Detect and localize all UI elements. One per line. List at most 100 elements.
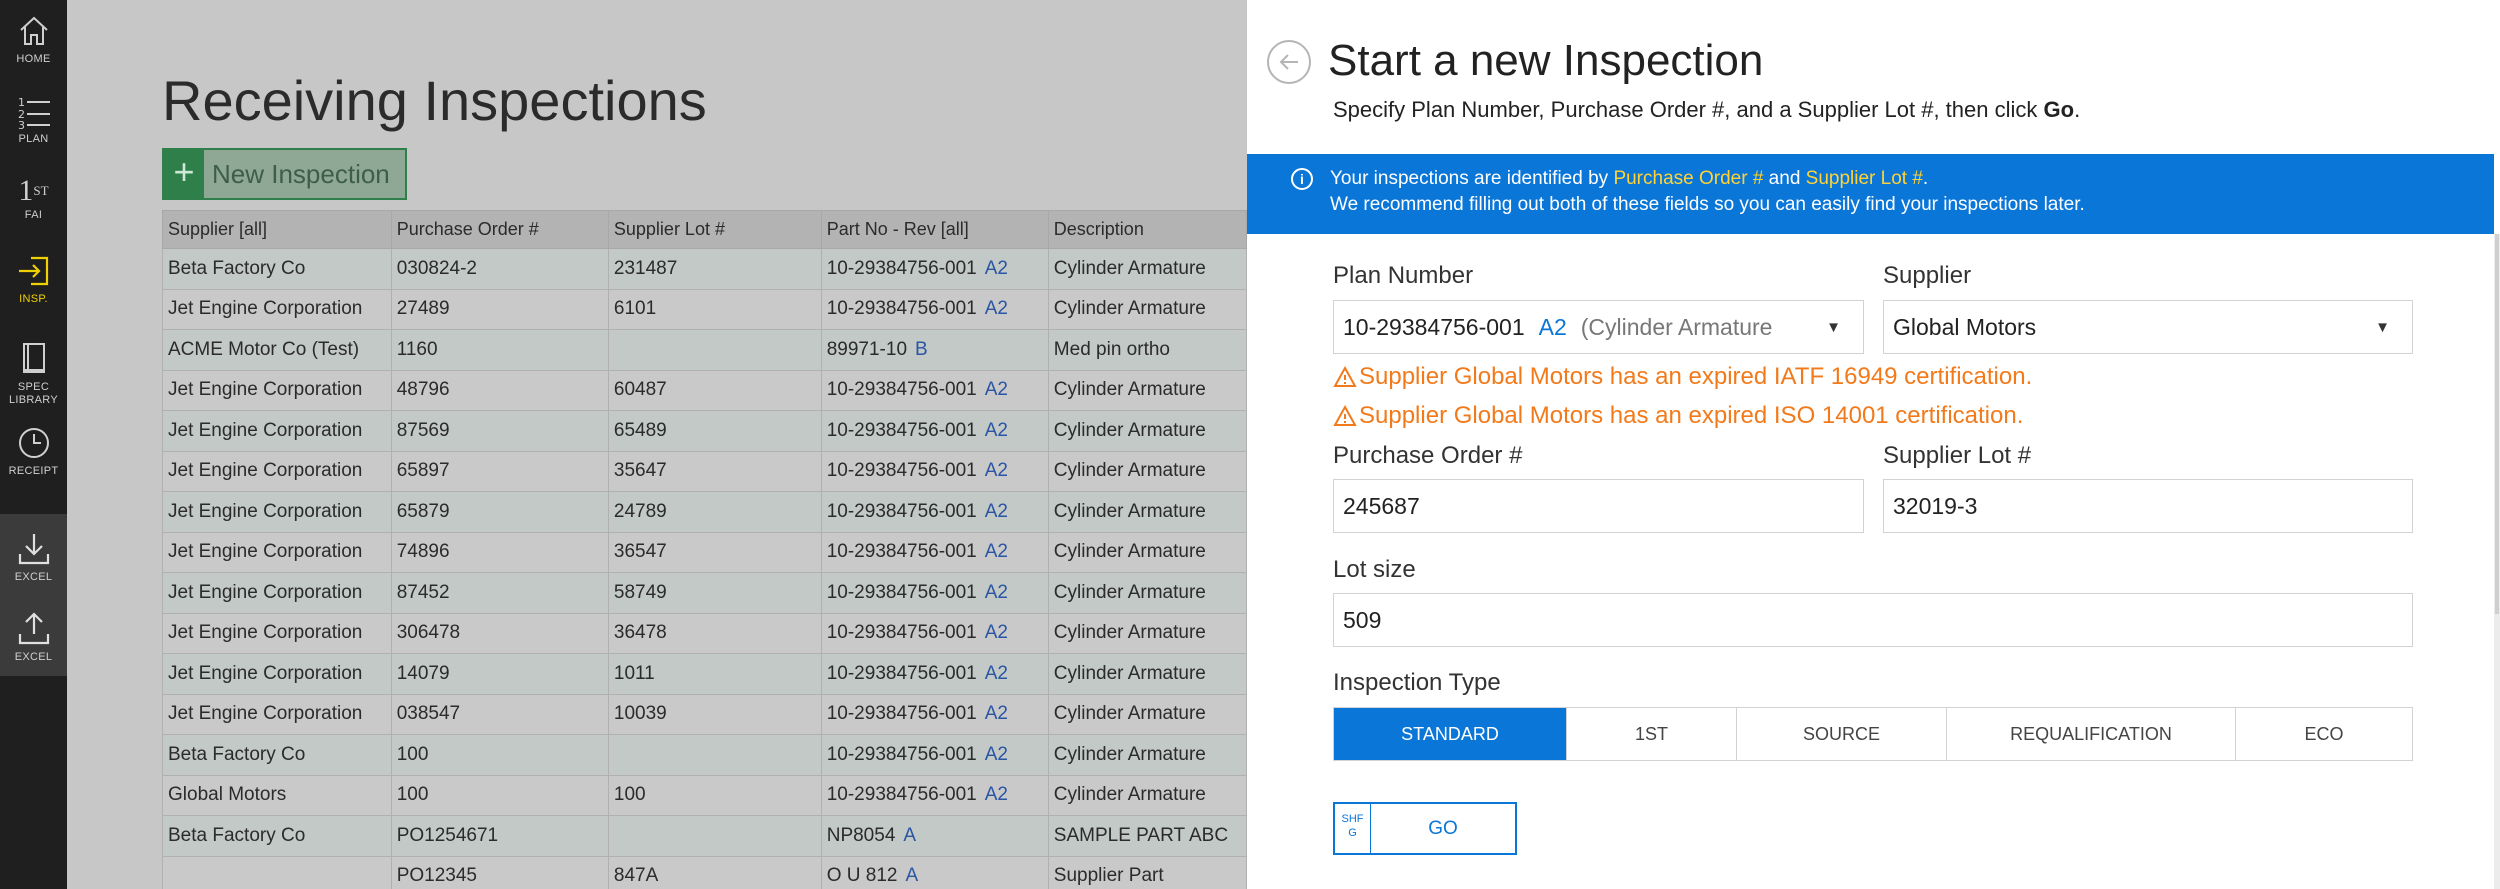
purchase-order-input[interactable]: 245687 — [1333, 479, 1864, 533]
part-number: 89971-10 — [826, 338, 908, 360]
cell-description: Cylinder Armature — [1047, 491, 1247, 533]
nav-excel-download-label: EXCEL — [14, 571, 53, 583]
excel-block: EXCEL EXCEL — [0, 514, 67, 676]
cell-description: Cylinder Armature — [1047, 572, 1247, 614]
table-row[interactable]: Jet Engine Corporation 87452 58749 10-29384… — [162, 572, 1247, 614]
table-row[interactable]: Beta Factory Co PO1254671 NP8054 A SAMPLE PA… — [162, 815, 1247, 857]
inspection-type-selector: STANDARD 1ST SOURCE REQUALIFICATION ECO — [1333, 707, 2413, 761]
part-revision[interactable]: A — [905, 865, 918, 886]
nav-receipt[interactable]: RECEIPT — [0, 412, 67, 490]
part-revision[interactable]: A2 — [985, 298, 1008, 319]
table-row[interactable]: ACME Motor Co (Test) 1160 89971-10 B Med pin… — [162, 329, 1247, 371]
nav-excel-download[interactable]: EXCEL — [0, 518, 67, 596]
lot-size-input[interactable]: 509 — [1333, 593, 2413, 647]
left-nav: HOME 123 PLAN 1ST FAI INSP. SPEC LIBRARY… — [0, 0, 67, 889]
part-revision[interactable]: A2 — [985, 744, 1008, 765]
table-row[interactable]: Beta Factory Co 030824-2 231487 10-29384756… — [162, 248, 1247, 290]
cell-part-rev: 10-29384756-001 A2 — [820, 369, 1049, 411]
type-1st-button[interactable]: 1ST — [1567, 708, 1737, 760]
table-row[interactable]: Jet Engine Corporation 27489 6101 10-293847… — [162, 288, 1247, 330]
supplier-lot-value: 32019-3 — [1893, 492, 1978, 519]
column-header-description[interactable]: Description — [1047, 210, 1247, 249]
cell-supplier-lot: 6101 — [607, 288, 822, 330]
cell-part-rev: 10-29384756-001 A2 — [820, 531, 1049, 573]
part-revision[interactable]: A2 — [985, 420, 1008, 441]
part-revision[interactable]: A2 — [985, 622, 1008, 643]
table-row[interactable]: Jet Engine Corporation 65879 24789 10-29384… — [162, 491, 1247, 533]
cell-purchase-order: PO12345 — [390, 855, 609, 889]
column-header-lot[interactable]: Supplier Lot # — [607, 210, 822, 249]
part-revision[interactable]: A2 — [985, 501, 1008, 522]
table-row[interactable]: Jet Engine Corporation 14079 1011 10-293847… — [162, 653, 1247, 695]
type-eco-button[interactable]: ECO — [2236, 708, 2412, 760]
column-header-supplier[interactable]: Supplier [all] — [162, 210, 392, 249]
table-row[interactable]: Jet Engine Corporation 87569 65489 10-29384… — [162, 410, 1247, 452]
table-row[interactable]: Jet Engine Corporation 74896 36547 10-29384… — [162, 531, 1247, 573]
nav-insp[interactable]: INSP. — [0, 240, 67, 318]
supplier-select[interactable]: Global Motors ▼ — [1883, 300, 2413, 354]
nav-fai[interactable]: 1ST FAI — [0, 160, 67, 238]
warning-message-2: Supplier Global Motors has an expired IS… — [1333, 402, 2023, 430]
part-number: 10-29384756-001 — [826, 379, 977, 401]
new-inspection-drawer: Start a new Inspection Specify Plan Numb… — [1247, 0, 2500, 889]
cell-part-rev: 10-29384756-001 A2 — [820, 774, 1049, 816]
part-number: 10-29384756-001 — [826, 743, 977, 765]
go-button[interactable]: SHF G GO — [1333, 802, 1517, 855]
cell-purchase-order: 306478 — [390, 612, 609, 654]
new-inspection-button[interactable]: + New Inspection — [162, 148, 407, 200]
part-revision[interactable]: A2 — [985, 703, 1008, 724]
supplier-lot-input[interactable]: 32019-3 — [1883, 479, 2413, 533]
cell-part-rev: 10-29384756-001 A2 — [820, 450, 1049, 492]
cell-purchase-order: 87452 — [390, 572, 609, 614]
cell-supplier-lot: 10039 — [607, 693, 822, 735]
cell-part-rev: NP8054 A — [820, 815, 1049, 857]
part-number: 10-29384756-001 — [826, 500, 977, 522]
table-row[interactable]: Beta Factory Co 100 10-29384756-001 A2 Cylin… — [162, 734, 1247, 776]
table-row[interactable]: Jet Engine Corporation 038547 10039 10-2938… — [162, 693, 1247, 735]
table-row[interactable]: PO12345 847A O U 812 A Supplier Part — [162, 855, 1247, 889]
new-inspection-label: New Inspection — [212, 158, 390, 189]
table-row[interactable]: Jet Engine Corporation 65897 35647 10-29384… — [162, 450, 1247, 492]
inspection-type-label: Inspection Type — [1333, 669, 1501, 696]
cell-supplier: Jet Engine Corporation — [162, 531, 392, 573]
plan-number-value: 10-29384756-001 — [1343, 313, 1525, 340]
part-revision[interactable]: A2 — [985, 663, 1008, 684]
part-number: 10-29384756-001 — [826, 703, 977, 725]
nav-home-label: HOME — [16, 53, 51, 65]
column-header-part[interactable]: Part No - Rev [all] — [820, 210, 1049, 249]
cell-purchase-order: 1160 — [390, 329, 609, 371]
first-article-icon: 1ST — [18, 174, 49, 207]
table-row[interactable]: Global Motors 100 100 10-29384756-001 A2 Cyli… — [162, 774, 1247, 816]
nav-spec-library[interactable]: SPEC LIBRARY — [0, 328, 67, 418]
part-revision[interactable]: A2 — [985, 460, 1008, 481]
scrollbar-thumb[interactable] — [2495, 234, 2499, 614]
part-revision[interactable]: A2 — [985, 784, 1008, 805]
part-revision[interactable]: A2 — [985, 582, 1008, 603]
nav-plan[interactable]: 123 PLAN — [0, 80, 67, 158]
info-banner: i Your inspections are identified by Pur… — [1247, 154, 2494, 234]
part-revision[interactable]: A — [903, 825, 916, 846]
lot-size-label: Lot size — [1333, 556, 1416, 583]
nav-excel-upload[interactable]: EXCEL — [0, 598, 67, 676]
caret-down-icon: ▼ — [2375, 319, 2390, 336]
nav-home[interactable]: HOME — [0, 0, 67, 78]
cell-supplier: Jet Engine Corporation — [162, 653, 392, 695]
cell-purchase-order: 74896 — [390, 531, 609, 573]
cell-part-rev: 10-29384756-001 A2 — [820, 653, 1049, 695]
table-header-row: Supplier [all] Purchase Order # Supplier… — [162, 210, 1247, 249]
type-standard-button[interactable]: STANDARD — [1334, 708, 1567, 760]
part-revision[interactable]: A2 — [985, 379, 1008, 400]
table-row[interactable]: Jet Engine Corporation 48796 60487 10-29384… — [162, 369, 1247, 411]
part-revision[interactable]: A2 — [985, 541, 1008, 562]
type-source-button[interactable]: SOURCE — [1737, 708, 1947, 760]
back-button[interactable] — [1267, 40, 1311, 84]
part-revision[interactable]: A2 — [985, 258, 1008, 279]
cell-purchase-order: 038547 — [390, 693, 609, 735]
cell-supplier: Global Motors — [162, 774, 392, 816]
type-requalification-button[interactable]: REQUALIFICATION — [1947, 708, 2236, 760]
plan-number-select[interactable]: 10-29384756-001 A2 (Cylinder Armature ▼ — [1333, 300, 1864, 354]
column-header-po[interactable]: Purchase Order # — [390, 210, 609, 249]
part-revision[interactable]: B — [915, 339, 928, 360]
table-row[interactable]: Jet Engine Corporation 306478 36478 10-2938… — [162, 612, 1247, 654]
cell-supplier-lot: 847A — [607, 855, 822, 889]
